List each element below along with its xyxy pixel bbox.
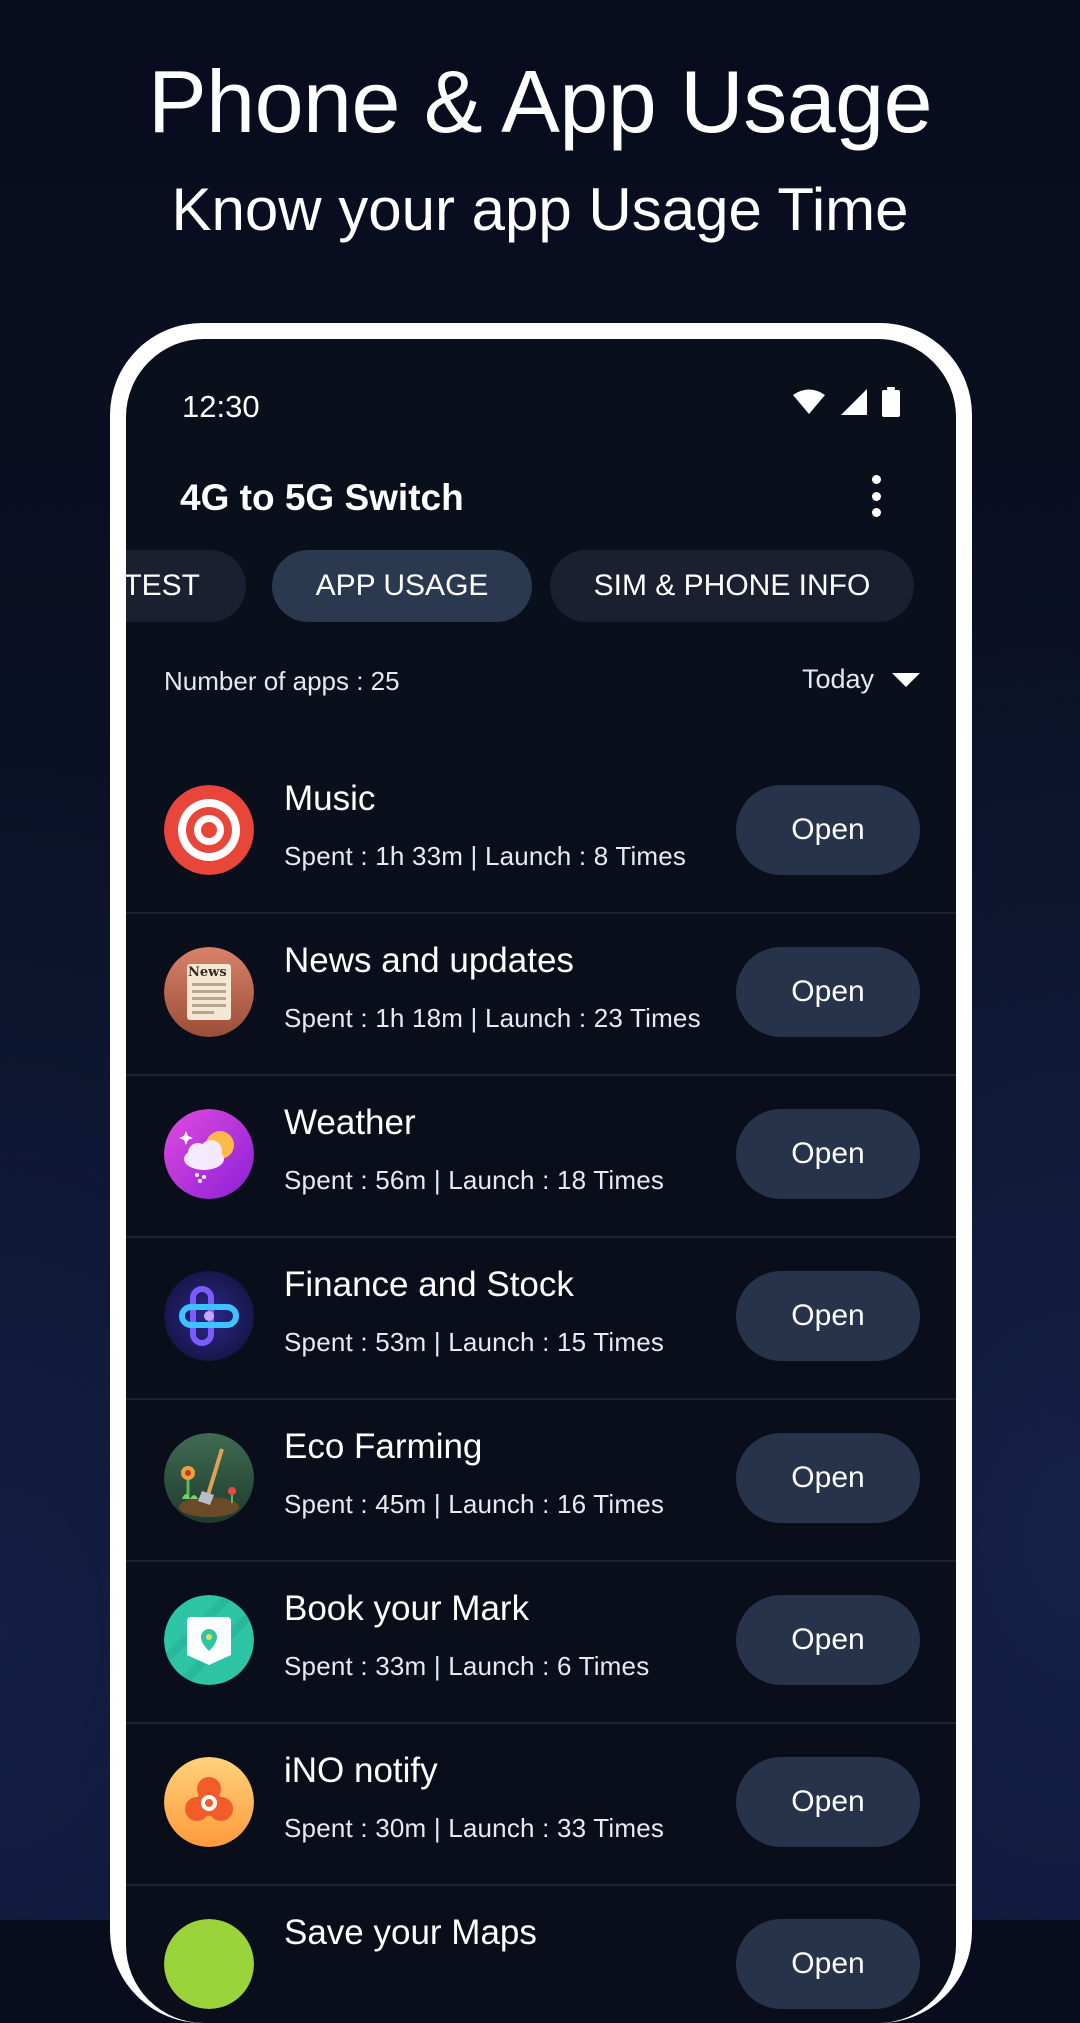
app-stats: Spent : 1h 18m | Launch : 23 Times — [284, 1003, 701, 1033]
app-count: Number of apps : 25 — [164, 666, 400, 696]
weather-icon — [164, 1109, 254, 1199]
tab-app-usage[interactable]: APP USAGE — [272, 550, 532, 622]
app-stats: Spent : 30m | Launch : 33 Times — [284, 1813, 665, 1843]
app-stats: Spent : 53m | Launch : 15 Times — [284, 1327, 665, 1357]
divider — [126, 1074, 956, 1076]
target-icon — [164, 785, 254, 875]
open-button[interactable]: Open — [736, 1757, 920, 1847]
app-name: News and updates — [284, 941, 574, 980]
map-pin-icon — [164, 1595, 254, 1685]
list-item: Weather Spent : 56m | Launch : 18 Times … — [126, 1077, 956, 1238]
list-item: Save your Maps Open — [126, 1887, 956, 2023]
open-button[interactable]: Open — [736, 1919, 920, 2009]
open-button[interactable]: Open — [736, 1109, 920, 1199]
app-name: Book your Mark — [284, 1589, 530, 1628]
open-button[interactable]: Open — [736, 785, 920, 875]
list-item: iNO notify Spent : 30m | Launch : 33 Tim… — [126, 1725, 956, 1886]
tab-test[interactable]: TEST — [126, 550, 246, 622]
tab-bar: TEST APP USAGE SIM & PHONE INFO — [126, 550, 956, 624]
app-stats: Spent : 56m | Launch : 18 Times — [284, 1165, 665, 1195]
notify-icon — [164, 1757, 254, 1847]
app-name: Weather — [284, 1103, 416, 1142]
divider — [126, 1560, 956, 1562]
divider — [126, 1398, 956, 1400]
open-button[interactable]: Open — [736, 1595, 920, 1685]
divider — [126, 912, 956, 914]
open-button[interactable]: Open — [736, 1271, 920, 1361]
list-item: News News and updates Spent : 1h 18m | L… — [126, 915, 956, 1076]
status-time: 12:30 — [182, 389, 260, 424]
battery-icon — [882, 387, 900, 417]
app-stats: Spent : 45m | Launch : 16 Times — [284, 1489, 665, 1519]
app-name: Save your Maps — [284, 1913, 537, 1952]
tab-label: TEST — [126, 569, 200, 602]
period-label: Today — [801, 664, 874, 694]
wifi-icon — [792, 389, 826, 415]
signal-icon — [840, 388, 868, 416]
status-bar: 12:30 — [126, 339, 956, 424]
promo-subtitle: Know your app Usage Time — [171, 176, 909, 243]
divider — [126, 1722, 956, 1724]
list-item: Music Spent : 1h 33m | Launch : 8 Times … — [126, 753, 956, 914]
app-name: Finance and Stock — [284, 1265, 574, 1304]
divider — [126, 1236, 956, 1238]
list-item: Finance and Stock Spent : 53m | Launch :… — [126, 1239, 956, 1400]
tab-label: APP USAGE — [315, 569, 489, 602]
app-title: 4G to 5G Switch — [180, 477, 464, 518]
period-dropdown[interactable]: Today — [802, 664, 920, 695]
list-item: Eco Farming Spent : 45m | Launch : 16 Ti… — [126, 1401, 956, 1562]
open-button[interactable]: Open — [736, 1433, 920, 1523]
tab-sim-phone-info[interactable]: SIM & PHONE INFO — [550, 550, 914, 622]
app-name: Eco Farming — [284, 1427, 483, 1466]
app-stats: Spent : 33m | Launch : 6 Times — [284, 1651, 650, 1681]
app-name: Music — [284, 779, 376, 818]
newspaper-icon: News — [164, 947, 254, 1037]
app-stats: Spent : 1h 33m | Launch : 8 Times — [284, 841, 687, 871]
finance-icon — [164, 1271, 254, 1361]
farming-icon — [164, 1433, 254, 1523]
promo-title: Phone & App Usage — [147, 52, 933, 151]
more-vert-icon[interactable] — [868, 475, 884, 517]
status-icons — [792, 387, 900, 417]
tab-label: SIM & PHONE INFO — [593, 569, 871, 602]
newspaper-label: News — [188, 965, 227, 980]
open-button[interactable]: Open — [736, 947, 920, 1037]
list-item: Book your Mark Spent : 33m | Launch : 6 … — [126, 1563, 956, 1724]
divider — [126, 1884, 956, 1886]
maps-icon — [164, 1919, 254, 2009]
phone-screen: 12:30 4G to 5G Switch TEST APP USAGE SIM… — [126, 339, 956, 2023]
caret-down-icon — [892, 672, 920, 687]
phone-frame: 12:30 4G to 5G Switch TEST APP USAGE SIM… — [110, 323, 972, 2023]
app-name: iNO notify — [284, 1751, 438, 1790]
